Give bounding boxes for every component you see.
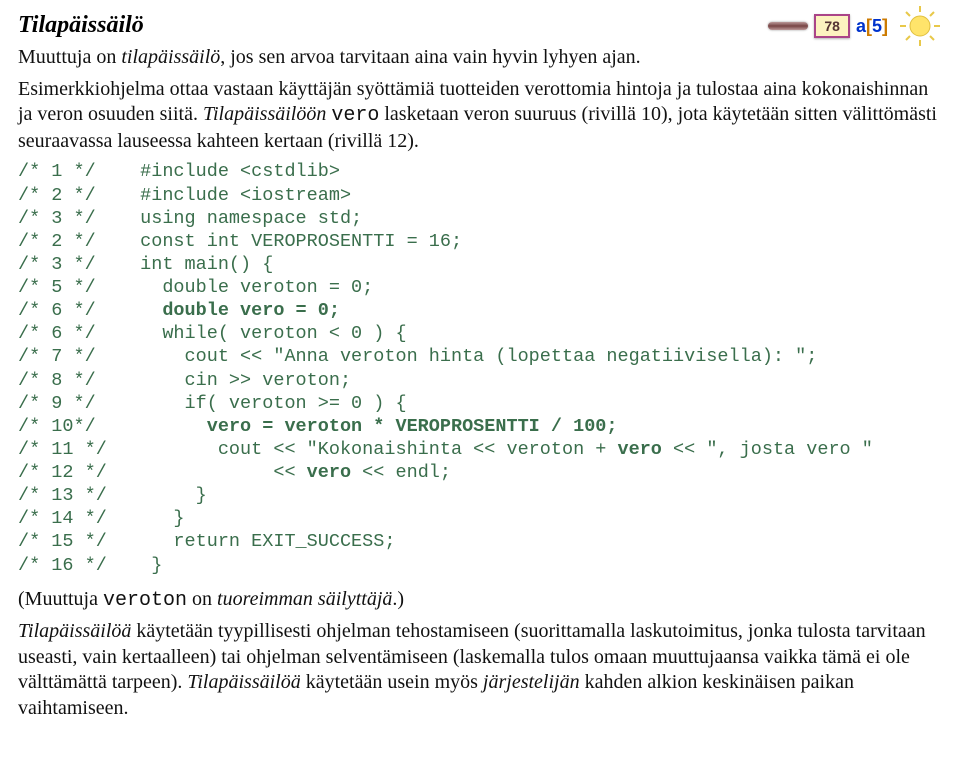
code-l14b: vero <box>307 462 351 483</box>
code-l1: /* 1 */ #include <cstdlib> <box>18 161 340 182</box>
code-l14a: /* 12 */ << <box>18 462 307 483</box>
code-l15: /* 13 */ } <box>18 485 207 506</box>
code-l5: /* 3 */ int main() { <box>18 254 273 275</box>
closing-paragraph: Tilapäissäilöä käytetään tyypillisesti o… <box>18 619 942 721</box>
sun-icon <box>898 4 942 48</box>
page-number-box: 78 <box>814 14 850 38</box>
p3t4: tuoreimman säilyttäjä <box>217 588 392 610</box>
note-paragraph: (Muuttuja veroton on tuoreimman säilyttä… <box>18 587 942 614</box>
p3t2: veroton <box>103 589 187 612</box>
code-l2: /* 2 */ #include <iostream> <box>18 185 351 206</box>
code-l12a: /* 10*/ <box>18 416 207 437</box>
p3t1: (Muuttuja <box>18 588 103 610</box>
p4t5: järjestelijän <box>483 671 580 693</box>
code-l3: /* 3 */ using namespace std; <box>18 208 362 229</box>
code-l9: /* 7 */ cout << "Anna veroton hinta (lop… <box>18 346 817 367</box>
code-l4: /* 2 */ const int VEROPROSENTTI = 16; <box>18 231 462 252</box>
p2t2: Tilapäissäilöön <box>203 103 326 125</box>
ref-bracket-close: ] <box>882 16 888 36</box>
code-l18: /* 16 */ } <box>18 555 162 576</box>
code-listing: /* 1 */ #include <cstdlib> /* 2 */ #incl… <box>18 160 942 576</box>
code-l14c: << endl; <box>351 462 451 483</box>
ref-a: a <box>856 16 866 36</box>
code-l6: /* 5 */ double veroton = 0; <box>18 277 373 298</box>
code-l16: /* 14 */ } <box>18 508 185 529</box>
p4t3: Tilapäissäilöä <box>187 671 300 693</box>
reference-label: a[5] <box>856 16 888 37</box>
code-l13a: /* 11 */ cout << "Kokonaishinta << verot… <box>18 439 618 460</box>
p4t4: käytetään usein myös <box>301 671 483 693</box>
rod-decoration <box>768 22 808 30</box>
code-l8: /* 6 */ while( veroton < 0 ) { <box>18 323 407 344</box>
intro-paragraph-2: Esimerkkiohjelma ottaa vastaan käyttäjän… <box>18 77 942 155</box>
p1t3: , jos sen arvoa tarvitaan aina vain hyvi… <box>220 46 640 68</box>
p2t4: vero <box>331 104 379 127</box>
p3t5: .) <box>392 588 404 610</box>
p1t2: tilapäissäilö <box>121 46 220 68</box>
code-l13c: << ", josta vero " <box>662 439 873 460</box>
header-right-widgets: 78 a[5] <box>768 4 942 48</box>
code-l7a: /* 6 */ <box>18 300 162 321</box>
p1t1: Muuttuja on <box>18 46 121 68</box>
code-l13b: vero <box>618 439 662 460</box>
code-l17: /* 15 */ return EXIT_SUCCESS; <box>18 531 395 552</box>
p4t1: Tilapäissäilöä <box>18 620 131 642</box>
code-l11: /* 9 */ if( veroton >= 0 ) { <box>18 393 407 414</box>
code-l12b: vero = veroton * VEROPROSENTTI / 100; <box>207 416 618 437</box>
code-l10: /* 8 */ cin >> veroton; <box>18 370 351 391</box>
p3t3: on <box>187 588 217 610</box>
code-l7b: double vero = 0; <box>162 300 340 321</box>
intro-paragraph-1: Muuttuja on tilapäissäilö, jos sen arvoa… <box>18 45 942 71</box>
ref-num: 5 <box>872 16 882 36</box>
